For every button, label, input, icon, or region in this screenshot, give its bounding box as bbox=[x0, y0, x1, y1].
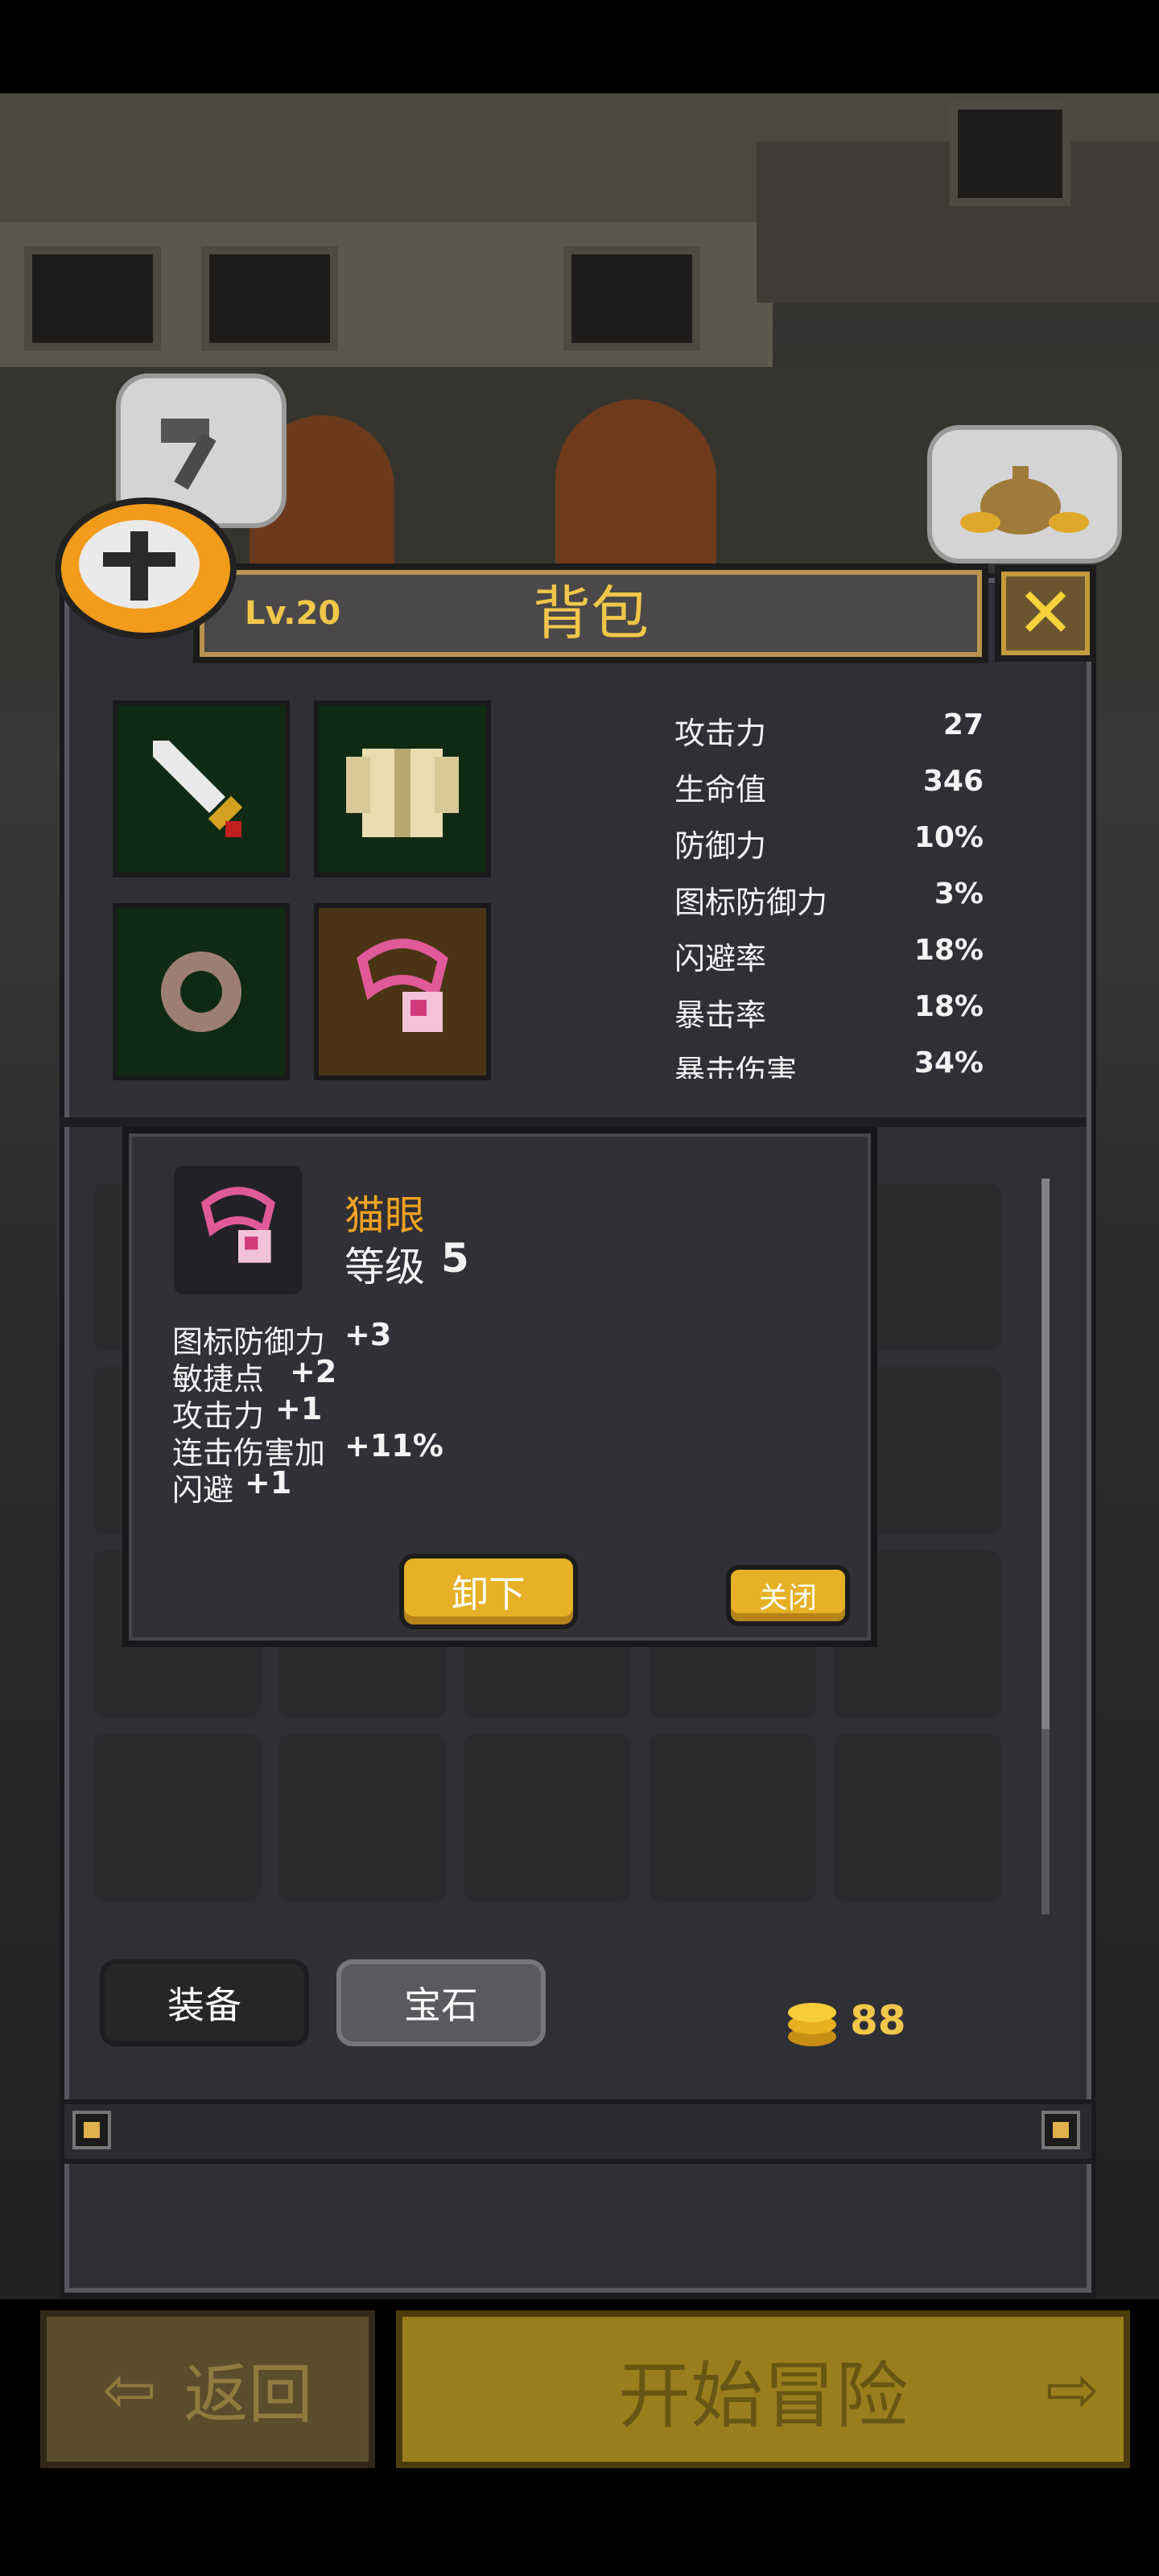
inventory-slot[interactable] bbox=[834, 1734, 1001, 1901]
equip-slot-armor[interactable] bbox=[314, 700, 491, 877]
stat-label: 图标防御力 bbox=[674, 885, 828, 920]
unequip-button[interactable]: 卸下 bbox=[399, 1554, 578, 1629]
panel-title: 背包 bbox=[532, 580, 649, 647]
stat-label: 攻击力 bbox=[674, 716, 767, 751]
gold-amount: 88 bbox=[850, 1997, 906, 2044]
inventory-slot[interactable] bbox=[278, 1734, 446, 1901]
equip-slot-amulet[interactable] bbox=[314, 903, 491, 1080]
coin-bag-icon bbox=[960, 466, 1089, 535]
cat-eye-amulet-icon bbox=[357, 939, 448, 1032]
armor-icon bbox=[346, 749, 459, 837]
attr-value: +1 bbox=[245, 1465, 292, 1501]
start-label: 开始冒险 bbox=[618, 2354, 908, 2438]
item-name: 猫眼 bbox=[344, 1192, 425, 1239]
inventory-slot[interactable] bbox=[649, 1734, 816, 1901]
exit-arrow-icon: ⇨ bbox=[1045, 2351, 1099, 2427]
unequip-label: 卸下 bbox=[452, 1572, 526, 1616]
inventory-slot[interactable] bbox=[93, 1734, 261, 1901]
stat-value: 18% bbox=[914, 990, 984, 1023]
rivet-icon bbox=[72, 2111, 111, 2149]
stat-value: 346 bbox=[922, 765, 984, 798]
equip-slot-weapon[interactable] bbox=[113, 700, 290, 877]
close-panel-button[interactable]: ✕ bbox=[995, 565, 1096, 662]
back-arrow-icon: ⇦ bbox=[102, 2351, 157, 2427]
sword-icon bbox=[153, 741, 243, 837]
coin-bag-button[interactable] bbox=[927, 425, 1122, 564]
stat-value: 18% bbox=[914, 934, 984, 967]
close-popup-button[interactable]: 关闭 bbox=[726, 1565, 850, 1626]
attr-label: 闪避 bbox=[172, 1472, 234, 1508]
tab-gems-label: 宝石 bbox=[404, 1984, 478, 2027]
attr-value: +11% bbox=[344, 1428, 443, 1463]
item-icon-frame bbox=[174, 1166, 303, 1294]
gold-display: 88 bbox=[784, 1988, 906, 2053]
stat-label: 暴击伤害 bbox=[674, 1054, 798, 1079]
attr-value: +2 bbox=[290, 1354, 337, 1389]
item-level-label: 等级 bbox=[344, 1244, 425, 1290]
stat-value: 3% bbox=[934, 877, 984, 910]
stat-label: 暴击率 bbox=[674, 997, 767, 1033]
inventory-slot[interactable] bbox=[464, 1734, 631, 1901]
close-popup-label: 关闭 bbox=[758, 1582, 817, 1615]
panel-bottom-bar bbox=[60, 2099, 1096, 2164]
helmet-avatar-icon[interactable] bbox=[55, 497, 237, 639]
start-adventure-button[interactable]: 开始冒险 ⇨ bbox=[396, 2310, 1130, 2468]
item-level-value: 5 bbox=[441, 1235, 469, 1282]
inventory-header: Lv.20 背包 bbox=[193, 564, 988, 663]
tab-equipment-label: 装备 bbox=[167, 1984, 241, 2027]
attr-value: +1 bbox=[275, 1391, 323, 1426]
back-button[interactable]: ⇦ 返回 bbox=[40, 2310, 375, 2468]
stat-value: 10% bbox=[914, 821, 984, 854]
stat-label: 闪避率 bbox=[674, 941, 767, 976]
gold-coins-icon bbox=[788, 2003, 836, 2046]
attr-value: +3 bbox=[344, 1317, 392, 1352]
item-detail-popup: 猫眼 等级 5 图标防御力 +3 敏捷点 +2 攻击力 +1 连击伤害加 +11… bbox=[122, 1127, 877, 1647]
equip-slot-ring[interactable] bbox=[113, 903, 290, 1080]
rivet-icon bbox=[1041, 2111, 1080, 2149]
stat-label: 生命值 bbox=[674, 772, 767, 807]
stat-value: 27 bbox=[942, 708, 984, 741]
hammer-icon bbox=[161, 419, 217, 490]
scrollbar-thumb[interactable] bbox=[1041, 1179, 1050, 1729]
cat-eye-amulet-icon bbox=[200, 1187, 276, 1263]
stat-label: 防御力 bbox=[674, 828, 767, 864]
close-icon: ✕ bbox=[1016, 573, 1075, 654]
tab-equipment[interactable]: 装备 bbox=[100, 1959, 309, 2046]
section-divider bbox=[60, 1117, 1087, 1127]
ring-icon bbox=[161, 952, 241, 1032]
stat-value: 34% bbox=[914, 1046, 984, 1079]
tab-gems[interactable]: 宝石 bbox=[336, 1959, 546, 2046]
back-label: 返回 bbox=[184, 2357, 313, 2432]
